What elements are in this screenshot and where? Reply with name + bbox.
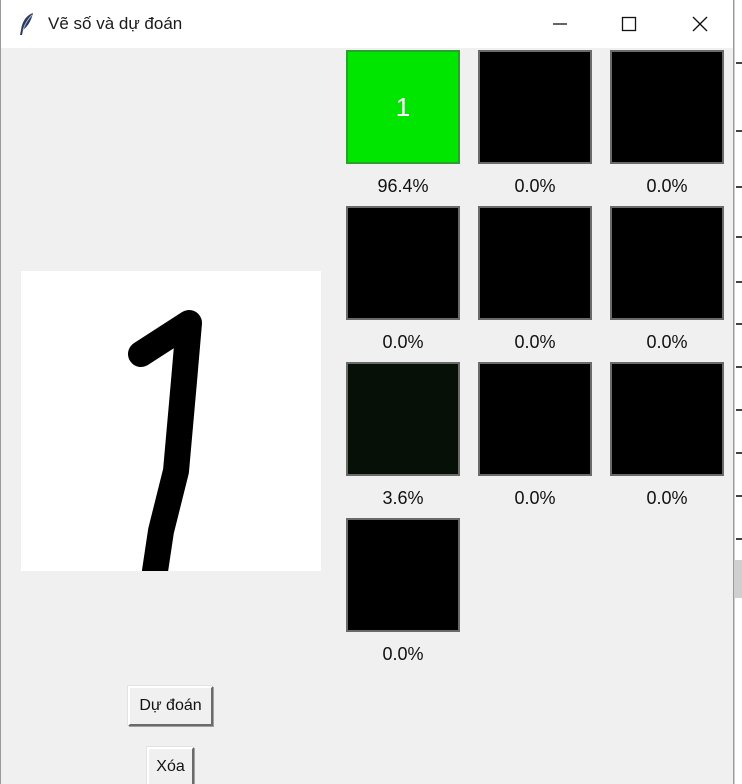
prediction-probability: 96.4%	[377, 176, 429, 196]
close-icon	[692, 16, 708, 32]
feather-icon	[17, 12, 37, 36]
prediction-probability: 0.0%	[514, 488, 556, 508]
minimize-button[interactable]	[537, 0, 583, 48]
prediction-digit: 7	[395, 403, 411, 434]
prediction-probability: 0.0%	[646, 488, 688, 508]
prediction-tile-5	[610, 206, 724, 320]
predict-button[interactable]: Dự đoán	[128, 686, 213, 726]
prediction-probability: 0.0%	[382, 644, 424, 664]
prediction-probability: 0.0%	[382, 332, 424, 352]
app-window: Vẽ số và dự đoán 1 96.4% 0.0% 0.0% 0.0% 0.0% 0…	[0, 0, 734, 784]
close-button[interactable]	[677, 0, 723, 48]
prediction-probability: 0.0%	[646, 332, 688, 352]
prediction-tile-1	[478, 50, 592, 164]
prediction-tile-3	[346, 206, 460, 320]
clear-button[interactable]: Xóa	[147, 747, 194, 784]
background-window-edge	[734, 0, 742, 784]
minimize-icon	[553, 23, 567, 25]
window-title: Vẽ số và dự đoán	[48, 14, 183, 33]
prediction-tile-9	[346, 518, 460, 632]
prediction-tile-0: 1	[346, 50, 460, 164]
prediction-digit: 1	[395, 91, 411, 122]
prediction-tile-6: 7	[346, 362, 460, 476]
maximize-icon	[621, 16, 637, 32]
prediction-probability: 0.0%	[646, 176, 688, 196]
title-bar[interactable]: Vẽ số và dự đoán	[1, 0, 733, 48]
prediction-tile-2	[610, 50, 724, 164]
maximize-button[interactable]	[606, 0, 652, 48]
drawing-canvas[interactable]	[21, 271, 321, 584]
prediction-tile-8	[610, 362, 724, 476]
prediction-probability: 0.0%	[514, 176, 556, 196]
prediction-tile-4	[478, 206, 592, 320]
prediction-probability: 3.6%	[382, 488, 424, 508]
prediction-probability: 0.0%	[514, 332, 556, 352]
prediction-tile-7	[478, 362, 592, 476]
handwritten-stroke	[128, 310, 202, 584]
